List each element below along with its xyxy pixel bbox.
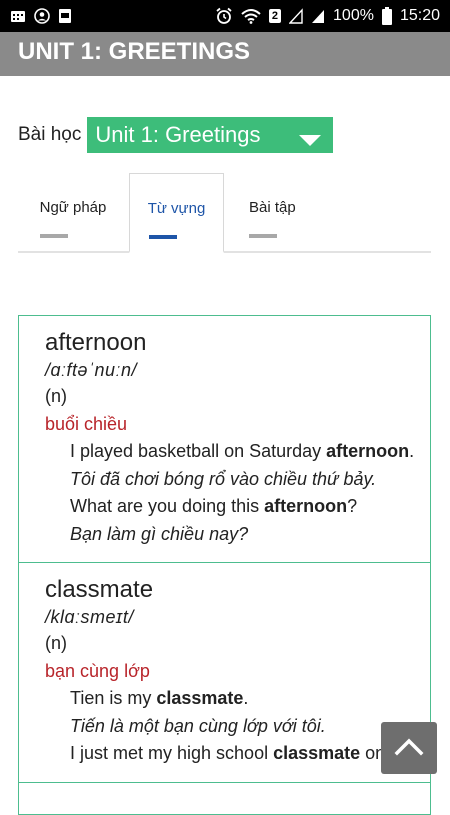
scroll-to-top-button[interactable] bbox=[381, 722, 437, 774]
example-text: . bbox=[243, 688, 249, 708]
example-vietnamese: Bạn làm gì chiều nay? bbox=[70, 523, 249, 544]
vocab-part-of-speech: (n) bbox=[45, 633, 67, 653]
example-english: I played basketball on Saturday afternoo… bbox=[70, 438, 430, 466]
tab-label: Từ vựng bbox=[147, 200, 206, 217]
example-text: I just met my high school bbox=[70, 743, 274, 763]
battery-icon bbox=[381, 7, 392, 25]
battery-percent: 100% bbox=[333, 7, 374, 24]
grid-icon bbox=[10, 8, 26, 24]
vocab-example: I played basketball on Saturday afternoo… bbox=[45, 438, 430, 548]
vocab-entry[interactable]: afternoon /ɑːftəˈnuːn/ (n) buổi chiều I … bbox=[19, 316, 430, 563]
vocab-meaning: buổi chiều bbox=[45, 414, 128, 434]
example-text: ? bbox=[347, 496, 358, 516]
tab-grammar[interactable]: Ngữ pháp bbox=[18, 173, 128, 253]
example-text: . bbox=[409, 441, 415, 461]
vocab-word: classmate bbox=[45, 576, 154, 603]
chevron-down-icon bbox=[299, 134, 322, 146]
example-vietnamese: Tôi đã chơi bóng rổ vào chiều thứ bảy. bbox=[70, 468, 377, 489]
example-english: What are you doing this afternoon? bbox=[70, 493, 430, 521]
lesson-row: Bài học Unit 1: Greetings bbox=[18, 117, 334, 153]
lesson-dropdown-value: Unit 1: Greetings bbox=[95, 122, 261, 147]
vocab-part-of-speech: (n) bbox=[45, 386, 67, 406]
tab-label: Ngữ pháp bbox=[39, 199, 107, 216]
account-icon bbox=[34, 8, 50, 24]
tab-bar: Ngữ pháp Từ vựng Bài tập bbox=[18, 173, 431, 253]
example-english: Tien is my classmate. bbox=[70, 685, 430, 713]
tab-label: Bài tập bbox=[249, 199, 296, 216]
example-english: I just met my high school classmate on bbox=[70, 740, 430, 768]
example-text: What are you doing this bbox=[70, 496, 265, 516]
example-text: Tien is my bbox=[70, 688, 157, 708]
tab-vocabulary[interactable]: Từ vựng bbox=[129, 173, 224, 253]
vocab-entry[interactable]: classmate /klɑːsmeɪt/ (n) bạn cùng lớp T… bbox=[19, 563, 430, 783]
example-keyword: classmate bbox=[156, 688, 244, 708]
lesson-label: Bài học bbox=[18, 124, 82, 145]
vocab-pronunciation: /ɑːftəˈnuːn/ bbox=[45, 360, 138, 380]
tab-exercises[interactable]: Bài tập bbox=[225, 173, 325, 253]
vocab-example: Tien is my classmate. Tiến là một bạn cù… bbox=[45, 685, 430, 768]
tab-indicator bbox=[149, 235, 177, 239]
chevron-up-icon bbox=[394, 736, 424, 761]
storage-icon bbox=[58, 8, 72, 24]
vocab-word: afternoon bbox=[45, 329, 147, 356]
example-text: I played basketball on Saturday bbox=[70, 441, 327, 461]
lesson-dropdown[interactable]: Unit 1: Greetings bbox=[87, 117, 334, 153]
page-title: UNIT 1: GREETINGS bbox=[0, 32, 450, 76]
clock: 15:20 bbox=[399, 7, 440, 24]
vocab-meaning: bạn cùng lớp bbox=[45, 661, 150, 681]
vocabulary-list: afternoon /ɑːftəˈnuːn/ (n) buổi chiều I … bbox=[18, 315, 431, 815]
signal-icon bbox=[311, 8, 325, 24]
example-keyword: afternoon bbox=[326, 441, 410, 461]
wifi-icon bbox=[241, 8, 261, 24]
sim-badge: 2 bbox=[268, 9, 282, 23]
tab-indicator bbox=[249, 234, 277, 238]
example-keyword: afternoon bbox=[264, 496, 348, 516]
alarm-icon bbox=[215, 7, 233, 25]
signal-icon bbox=[289, 8, 303, 24]
status-bar: 2 100% 15:20 bbox=[0, 0, 450, 32]
vocab-pronunciation: /klɑːsmeɪt/ bbox=[45, 607, 134, 627]
example-keyword: classmate bbox=[273, 743, 361, 763]
tab-indicator bbox=[40, 234, 68, 238]
example-vietnamese: Tiến là một bạn cùng lớp với tôi. bbox=[70, 715, 326, 736]
